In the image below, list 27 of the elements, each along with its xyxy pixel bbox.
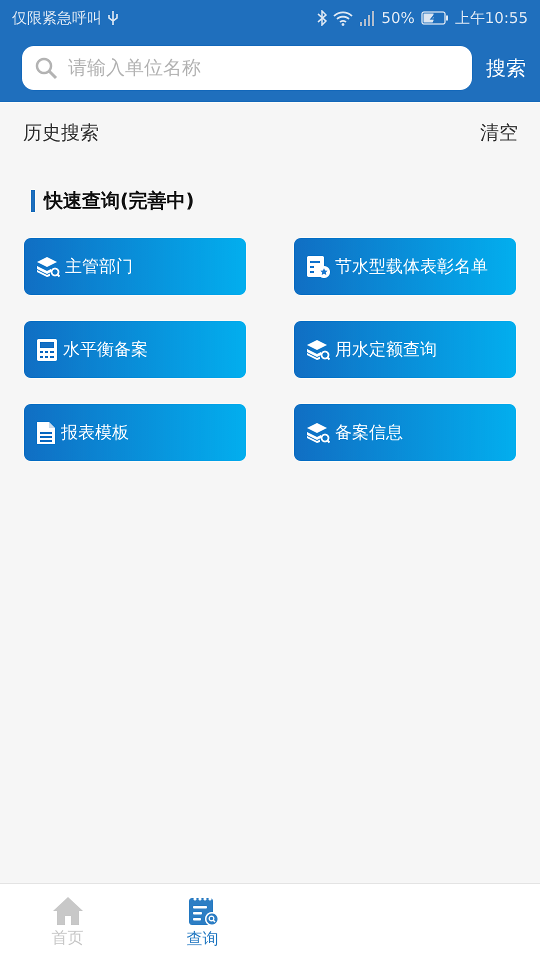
battery-percentage: 50% [381,9,415,27]
quick-query-button[interactable]: 主管部门 [24,238,246,295]
tab-item[interactable]: 查询 [135,884,270,960]
quick-query-button[interactable]: 报表模板 [24,404,246,461]
stack-search-icon [36,256,60,278]
usb-icon [108,10,118,26]
stack-search-icon [306,422,330,444]
quick-query-button[interactable]: 节水型载体表彰名单 [294,238,516,295]
wifi-icon [333,10,354,26]
clear-button[interactable]: 清空 [480,120,518,146]
search-button[interactable]: 搜索 [486,50,526,86]
quick-query-button[interactable]: 备案信息 [294,404,516,461]
list-star-icon [306,254,330,278]
bluetooth-icon [317,10,328,26]
quick-query-button[interactable]: 水平衡备案 [24,321,246,378]
quick-query-button[interactable]: 用水定额查询 [294,321,516,378]
carrier-text: 仅限紧急呼叫 [12,8,102,28]
history-title: 历史搜索 [23,121,99,146]
stack-search-icon [306,338,330,360]
home-icon [52,896,84,926]
clock-text: 上午10:55 [454,8,528,28]
search-field[interactable]: 请输入单位名称 [22,46,472,90]
signal-icon [359,10,376,26]
calculator-icon [36,338,58,362]
section-title: 快速查询(完善中) [44,189,194,214]
document-icon [36,420,56,444]
battery-charging-icon [420,11,449,25]
